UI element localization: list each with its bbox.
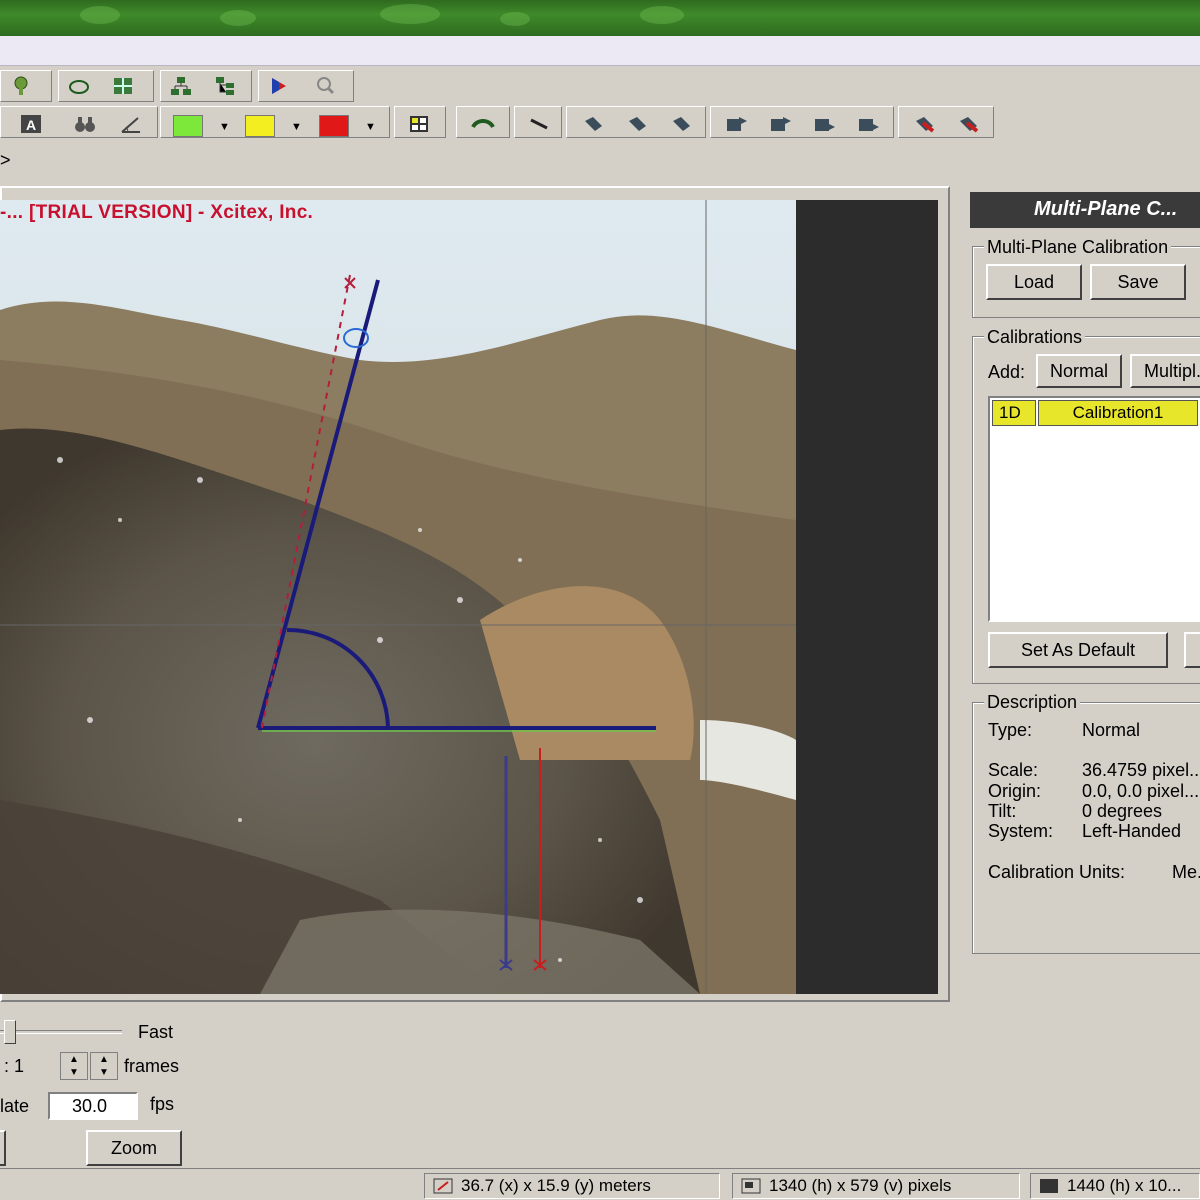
system-label: System:: [988, 821, 1054, 841]
speed-fast-label: Fast: [138, 1022, 174, 1042]
fps-label: fps: [150, 1094, 175, 1114]
network-icon[interactable]: [167, 73, 195, 99]
search-icon[interactable]: [311, 73, 339, 99]
speed-slider-track[interactable]: [0, 1030, 122, 1034]
origin-label: Origin:: [988, 781, 1042, 801]
video-image: [0, 200, 796, 994]
toolbar-group: [394, 106, 446, 138]
video-margin: [796, 200, 938, 994]
multi-plane-label: Multi-Plane Calibration: [984, 237, 1172, 258]
toolbar-group: A: [0, 106, 158, 138]
toolbar-group: [58, 70, 154, 102]
add-multiplane-button[interactable]: Multipl...: [1130, 354, 1200, 388]
tilt-label: Tilt:: [988, 801, 1017, 821]
toolbar-group: [710, 106, 894, 138]
toolbar-row-2: A ▼ ▼ ▼: [0, 104, 1200, 144]
svg-text:A: A: [26, 117, 36, 133]
calibrations-list[interactable]: 1D Calibration1: [988, 396, 1200, 622]
status-selection: 1340 (h) x 579 (v) pixels: [732, 1173, 1020, 1199]
menu-bar: [0, 36, 1200, 66]
selection-icon: [741, 1178, 761, 1194]
help-icon[interactable]: [7, 73, 35, 99]
binoculars-icon[interactable]: [71, 111, 99, 137]
chevron-down-icon[interactable]: ▼: [219, 121, 230, 133]
frames-label: frames: [124, 1056, 180, 1076]
units-value: Me...: [1172, 862, 1200, 882]
panel-title: Multi-Plane C...: [970, 192, 1200, 228]
load-button[interactable]: Load: [986, 264, 1082, 300]
step-label: : 1: [4, 1056, 25, 1076]
status-bar: 36.7 (x) x 15.9 (y) meters 1340 (h) x 57…: [0, 1168, 1200, 1200]
tree-icon[interactable]: [211, 73, 239, 99]
units-label: Calibration Units:: [988, 862, 1126, 882]
info-line: >: [0, 144, 1200, 180]
export-1-icon[interactable]: [723, 111, 751, 137]
delete-1-icon[interactable]: [911, 111, 939, 137]
highlight-color-swatch[interactable]: [319, 115, 349, 137]
toolbar-group: [898, 106, 994, 138]
speed-slider-thumb[interactable]: [4, 1020, 16, 1044]
toolbar-group: [456, 106, 510, 138]
measure-icon[interactable]: [117, 111, 145, 137]
status-image: 1440 (h) x 10...: [1030, 1173, 1200, 1199]
export-3-icon[interactable]: [811, 111, 839, 137]
ellipse-icon[interactable]: [65, 73, 93, 99]
table-icon[interactable]: [405, 111, 433, 137]
status-coords: 36.7 (x) x 15.9 (y) meters: [424, 1173, 720, 1199]
trial-watermark: -... [TRIAL VERSION] - Xcitex, Inc.: [0, 202, 314, 223]
toolbar-group: [514, 106, 562, 138]
export-4-icon[interactable]: [855, 111, 883, 137]
scale-label: Scale:: [988, 760, 1039, 780]
step-up-down-spinner[interactable]: ▲ ▼: [60, 1052, 88, 1080]
chevron-down-icon[interactable]: ▼: [291, 121, 302, 133]
line-color-swatch[interactable]: [173, 115, 203, 137]
status-coords-text: 36.7 (x) x 15.9 (y) meters: [461, 1176, 651, 1195]
text-icon[interactable]: A: [17, 111, 45, 137]
toolbar-group: [160, 70, 252, 102]
export-2-icon[interactable]: [767, 111, 795, 137]
link-icon[interactable]: [469, 111, 497, 137]
add-normal-button[interactable]: Normal: [1036, 354, 1122, 388]
marker-2-icon[interactable]: [623, 111, 651, 137]
title-bar: [0, 0, 1200, 36]
step-up-down-spinner[interactable]: ▲ ▼: [90, 1052, 118, 1080]
extra-button[interactable]: [1184, 632, 1200, 668]
info-text: >: [0, 150, 11, 170]
frame-rate-field[interactable]: 30.0: [48, 1092, 138, 1120]
save-button[interactable]: Save: [1090, 264, 1186, 300]
delete-2-icon[interactable]: [955, 111, 983, 137]
toolbar-group: [566, 106, 706, 138]
calibrations-label: Calibrations: [984, 327, 1086, 348]
image-size-icon: [1040, 1179, 1058, 1193]
calibration-name: Calibration1: [1038, 400, 1198, 426]
status-image-text: 1440 (h) x 10...: [1067, 1176, 1182, 1195]
toolbar-group: [258, 70, 354, 102]
toolbar-row-1: [0, 68, 1200, 104]
toolbar-group: ▼ ▼ ▼: [160, 106, 390, 138]
video-view[interactable]: [0, 200, 796, 994]
description-label: Description: [984, 692, 1081, 713]
zoom-button[interactable]: Zoom: [86, 1130, 182, 1166]
add-label: Add:: [988, 362, 1026, 382]
marker-3-icon[interactable]: [667, 111, 695, 137]
line-tool-icon[interactable]: [525, 111, 553, 137]
system-value: Left-Handed: [1082, 821, 1182, 841]
calibration-type: 1D: [992, 400, 1036, 426]
set-as-default-button[interactable]: Set As Default: [988, 632, 1168, 668]
tilt-value: 0 degrees: [1082, 801, 1163, 821]
left-button[interactable]: [0, 1130, 6, 1166]
coordinate-icon: [433, 1178, 453, 1194]
status-selection-text: 1340 (h) x 579 (v) pixels: [769, 1176, 952, 1195]
type-label: Type:: [988, 720, 1033, 740]
marker-color-swatch[interactable]: [245, 115, 275, 137]
toolbar-group: [0, 70, 52, 102]
scale-value: 36.4759 pixel...: [1082, 760, 1200, 780]
type-value: Normal: [1082, 720, 1141, 740]
marker-1-icon[interactable]: [579, 111, 607, 137]
rate-label: late: [0, 1096, 30, 1116]
play-track-icon[interactable]: [265, 73, 293, 99]
grid-icon[interactable]: [109, 73, 137, 99]
origin-value: 0.0, 0.0 pixel...: [1082, 781, 1200, 801]
chevron-down-icon[interactable]: ▼: [365, 121, 376, 133]
